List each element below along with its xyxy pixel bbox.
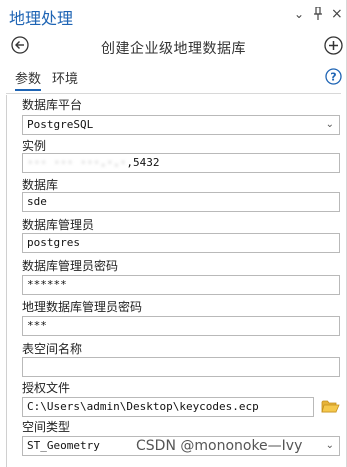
tab-environments[interactable]: 环境 bbox=[52, 68, 78, 87]
geoprocessing-pane: 地理处理 ⌄ × 创建企业级地理数据库 参数 环境 ? 数据库平台 Postgr… bbox=[0, 0, 347, 467]
watermark-text: CSDN @mononoke—Ivy bbox=[136, 438, 303, 454]
auth-file-input[interactable]: C:\Users\admin\Desktop\keycodes.ecp bbox=[22, 397, 314, 417]
instance-input[interactable]: ··· ··· ···.·.·,5432 bbox=[22, 153, 340, 173]
auth-file-value: C:\Users\admin\Desktop\keycodes.ecp bbox=[27, 400, 259, 413]
platform-label: 数据库平台 bbox=[22, 98, 83, 112]
db-admin-label: 数据库管理员 bbox=[22, 218, 95, 232]
tool-nav-bar: 创建企业级地理数据库 bbox=[0, 30, 347, 62]
tabs-divider bbox=[6, 93, 341, 94]
instance-label: 实例 bbox=[22, 139, 47, 153]
pane-title: 地理处理 bbox=[9, 9, 74, 28]
tablespace-input[interactable] bbox=[22, 357, 340, 377]
instance-port: ,5432 bbox=[126, 156, 160, 169]
spatial-type-label: 空间类型 bbox=[22, 420, 71, 434]
chevron-down-icon[interactable]: ⌄ bbox=[326, 116, 334, 134]
pin-icon-svg bbox=[314, 6, 322, 20]
db-admin-password-value: ****** bbox=[27, 278, 67, 291]
chevron-down-icon[interactable]: ⌄ bbox=[326, 437, 334, 455]
gdb-admin-password-value: *** bbox=[27, 319, 47, 332]
help-icon[interactable]: ? bbox=[325, 68, 342, 85]
db-admin-value: postgres bbox=[27, 236, 80, 249]
instance-redacted-host: ··· ··· ···.·.· bbox=[27, 156, 127, 169]
auth-file-label: 授权文件 bbox=[22, 381, 71, 395]
add-icon[interactable] bbox=[324, 36, 343, 55]
database-input[interactable]: sde bbox=[22, 192, 340, 212]
gdb-admin-password-label: 地理数据库管理员密码 bbox=[22, 300, 143, 314]
close-icon[interactable]: × bbox=[331, 7, 343, 21]
tool-tabs: 参数 环境 ? bbox=[0, 63, 347, 93]
tab-parameters[interactable]: 参数 bbox=[15, 68, 42, 91]
svg-text:?: ? bbox=[330, 71, 336, 84]
chevron-down-icon[interactable]: ⌄ bbox=[294, 7, 304, 21]
platform-select[interactable]: PostgreSQL ⌄ bbox=[22, 115, 340, 135]
db-admin-input[interactable]: postgres bbox=[22, 233, 340, 253]
folder-icon[interactable] bbox=[321, 399, 340, 414]
params-left-border bbox=[6, 95, 7, 467]
tablespace-label: 表空间名称 bbox=[22, 342, 83, 356]
pin-icon[interactable] bbox=[313, 6, 323, 23]
db-admin-password-input[interactable]: ****** bbox=[22, 275, 340, 295]
gdb-admin-password-input[interactable]: *** bbox=[22, 316, 340, 336]
pane-title-bar: 地理处理 ⌄ × bbox=[0, 0, 347, 30]
platform-value: PostgreSQL bbox=[27, 118, 94, 131]
database-label: 数据库 bbox=[22, 178, 59, 192]
database-value: sde bbox=[27, 195, 47, 208]
tool-title: 创建企业级地理数据库 bbox=[101, 41, 246, 57]
db-admin-password-label: 数据库管理员密码 bbox=[22, 259, 119, 273]
spatial-type-value: ST_Geometry bbox=[27, 439, 100, 452]
